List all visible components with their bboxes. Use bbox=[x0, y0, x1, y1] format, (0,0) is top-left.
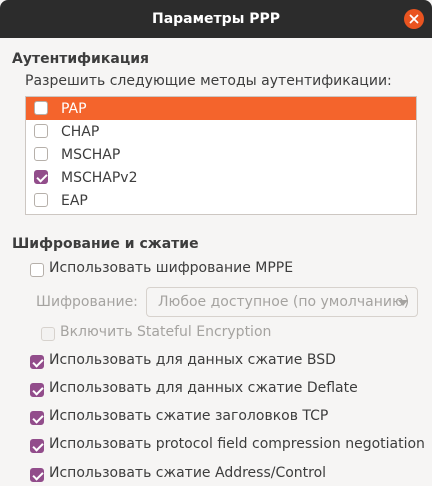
tcp-header-compression-checkbox[interactable] bbox=[30, 411, 44, 425]
auth-methods-list: PAP CHAP MSCHAP MSCHAPv2 EAP bbox=[25, 96, 417, 215]
stateful-checkbox[interactable] bbox=[41, 327, 55, 341]
stateful-option[interactable]: Включить Stateful Encryption bbox=[41, 324, 432, 344]
auth-method-label: MSCHAPv2 bbox=[61, 169, 138, 186]
address-control-compression-option[interactable]: Использовать сжатие Address/Control bbox=[30, 465, 430, 485]
auth-method-mschapv2[interactable]: MSCHAPv2 bbox=[26, 166, 416, 189]
deflate-compression-option[interactable]: Использовать для данных сжатие Deflate bbox=[30, 380, 430, 400]
auth-heading: Аутентификация bbox=[12, 51, 149, 67]
cipher-select-value: Любое доступное (по умолчанию) bbox=[158, 294, 410, 310]
deflate-compression-checkbox[interactable] bbox=[30, 383, 44, 397]
use-mppe-label: Использовать шифрование MPPE bbox=[49, 260, 294, 276]
close-icon bbox=[409, 14, 419, 24]
stateful-label: Включить Stateful Encryption bbox=[60, 324, 272, 340]
ppp-settings-dialog: Параметры PPP Аутентификация Разрешить с… bbox=[0, 0, 432, 486]
auth-method-pap[interactable]: PAP bbox=[26, 97, 416, 120]
mschap-checkbox[interactable] bbox=[34, 147, 48, 161]
auth-method-mschap[interactable]: MSCHAP bbox=[26, 143, 416, 166]
use-mppe-option[interactable]: Использовать шифрование MPPE bbox=[30, 260, 430, 280]
cipher-select[interactable]: Любое доступное (по умолчанию) bbox=[146, 287, 418, 317]
auth-method-chap[interactable]: CHAP bbox=[26, 120, 416, 143]
auth-method-label: EAP bbox=[61, 192, 88, 209]
encryption-heading: Шифрование и сжатие bbox=[12, 236, 199, 252]
chevron-down-icon bbox=[398, 300, 408, 306]
tcp-header-compression-option[interactable]: Использовать сжатие заголовков TCP bbox=[30, 408, 430, 428]
bsd-compression-checkbox[interactable] bbox=[30, 355, 44, 369]
close-button[interactable] bbox=[404, 9, 424, 29]
cipher-label: Шифрование: bbox=[36, 294, 138, 310]
titlebar: Параметры PPP bbox=[0, 0, 432, 38]
bsd-compression-label: Использовать для данных сжатие BSD bbox=[49, 352, 336, 368]
eap-checkbox[interactable] bbox=[34, 193, 48, 207]
bsd-compression-option[interactable]: Использовать для данных сжатие BSD bbox=[30, 352, 430, 372]
protocol-field-compression-checkbox[interactable] bbox=[30, 439, 44, 453]
auth-allow-label: Разрешить следующие методы аутентификаци… bbox=[25, 73, 392, 89]
deflate-compression-label: Использовать для данных сжатие Deflate bbox=[49, 380, 358, 396]
tcp-header-compression-label: Использовать сжатие заголовков TCP bbox=[49, 408, 329, 424]
auth-method-label: CHAP bbox=[61, 123, 100, 140]
use-mppe-checkbox[interactable] bbox=[30, 263, 44, 277]
address-control-compression-checkbox[interactable] bbox=[30, 468, 44, 482]
protocol-field-compression-option[interactable]: Использовать protocol field compression … bbox=[30, 436, 430, 456]
auth-method-label: MSCHAP bbox=[61, 146, 121, 163]
auth-method-eap[interactable]: EAP bbox=[26, 189, 416, 212]
pap-checkbox[interactable] bbox=[34, 101, 48, 115]
protocol-field-compression-label: Использовать protocol field compression … bbox=[49, 436, 425, 452]
window-title: Параметры PPP bbox=[151, 11, 281, 27]
chap-checkbox[interactable] bbox=[34, 124, 48, 138]
mschapv2-checkbox[interactable] bbox=[34, 170, 48, 184]
auth-method-label: PAP bbox=[61, 100, 87, 117]
address-control-compression-label: Использовать сжатие Address/Control bbox=[49, 465, 327, 481]
